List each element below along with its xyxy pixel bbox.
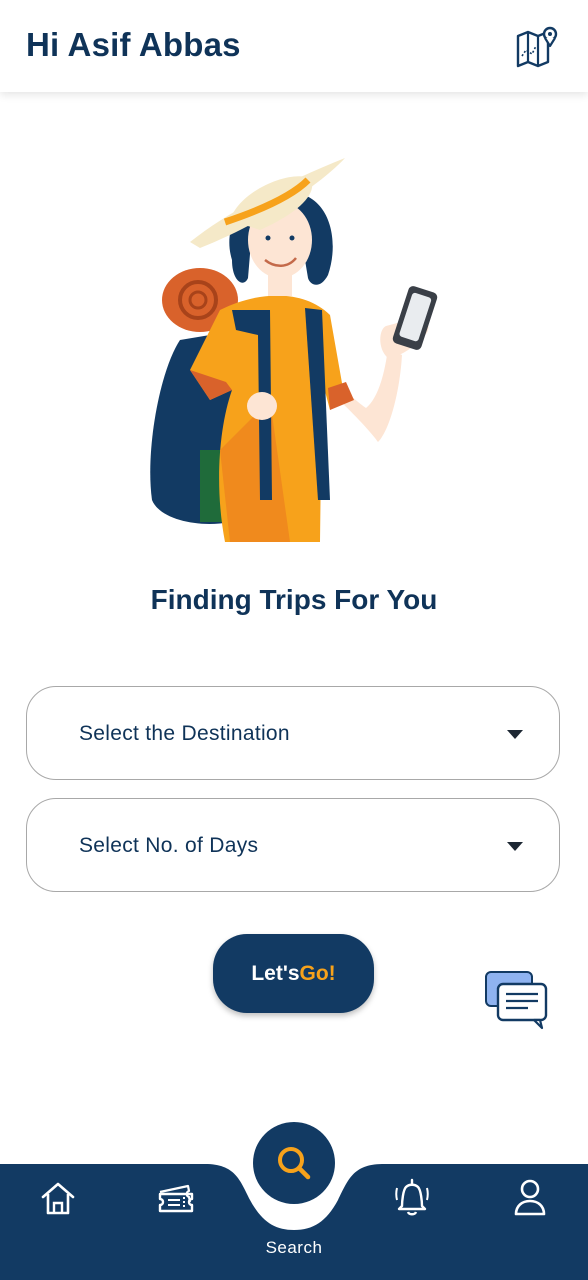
- destination-select[interactable]: Select the Destination: [26, 686, 560, 780]
- ticket-icon[interactable]: [156, 1180, 196, 1216]
- caret-down-icon: [507, 730, 523, 739]
- user-icon[interactable]: [510, 1176, 550, 1218]
- chat-bubbles-icon[interactable]: [484, 970, 550, 1030]
- caret-down-icon: [507, 842, 523, 851]
- lets-go-button[interactable]: Let's Go!: [213, 934, 374, 1013]
- bell-icon[interactable]: [392, 1176, 432, 1218]
- greeting-title: Hi Asif Abbas: [26, 26, 241, 63]
- app-header: Hi Asif Abbas: [0, 0, 588, 92]
- page-subtitle: Finding Trips For You: [150, 584, 438, 615]
- traveler-illustration: [140, 150, 450, 550]
- lets-go-label-part1: Let's: [251, 961, 300, 985]
- map-location-icon[interactable]: [514, 26, 560, 68]
- search-icon: [278, 1147, 311, 1180]
- search-nav-label: Search: [265, 1238, 323, 1257]
- days-select-label: Select No. of Days: [79, 834, 259, 857]
- search-button[interactable]: [253, 1122, 335, 1204]
- home-icon[interactable]: [38, 1178, 78, 1218]
- destination-select-label: Select the Destination: [79, 722, 290, 745]
- lets-go-label-part2: Go!: [299, 961, 336, 985]
- days-select[interactable]: Select No. of Days: [26, 798, 560, 892]
